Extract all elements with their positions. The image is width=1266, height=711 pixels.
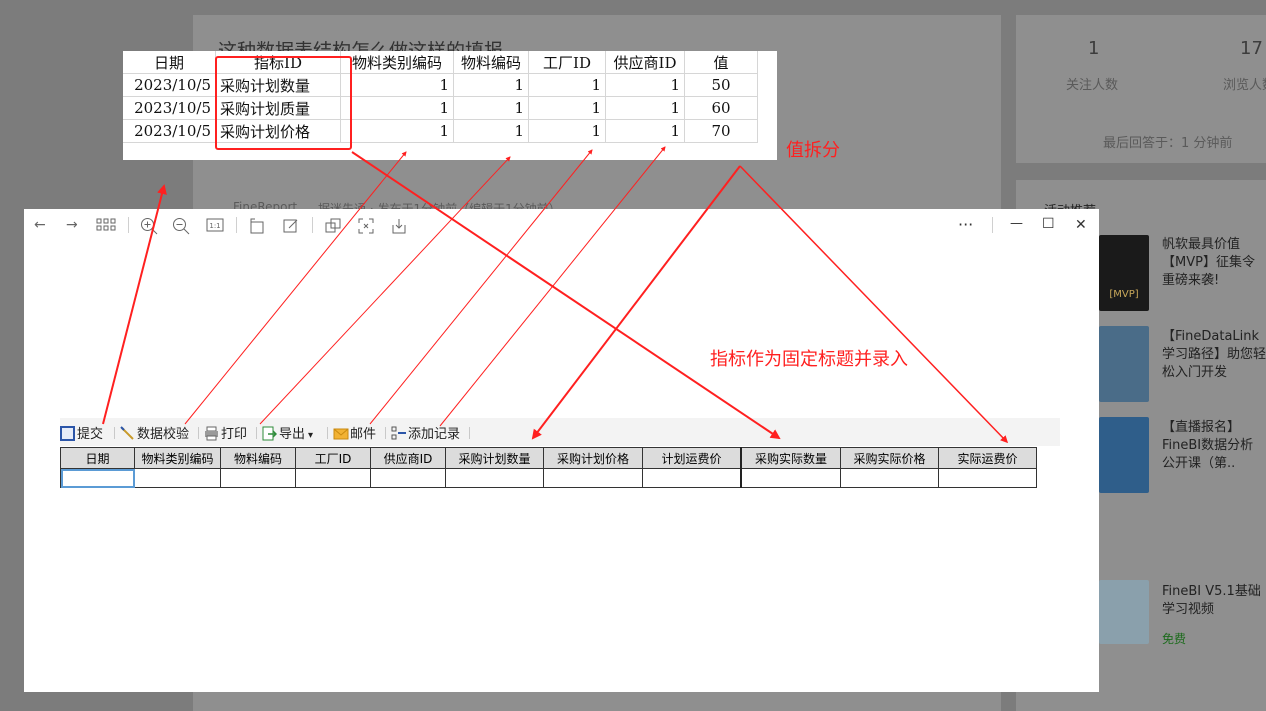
arrow-value-left xyxy=(531,165,741,440)
arrow-date xyxy=(102,184,167,425)
annotation-arrows xyxy=(102,146,1009,444)
arrow-value-right xyxy=(739,165,1009,444)
arrow-category-code xyxy=(184,151,407,425)
arrow-factory-id xyxy=(369,149,593,425)
arrow-material-code xyxy=(259,156,511,425)
